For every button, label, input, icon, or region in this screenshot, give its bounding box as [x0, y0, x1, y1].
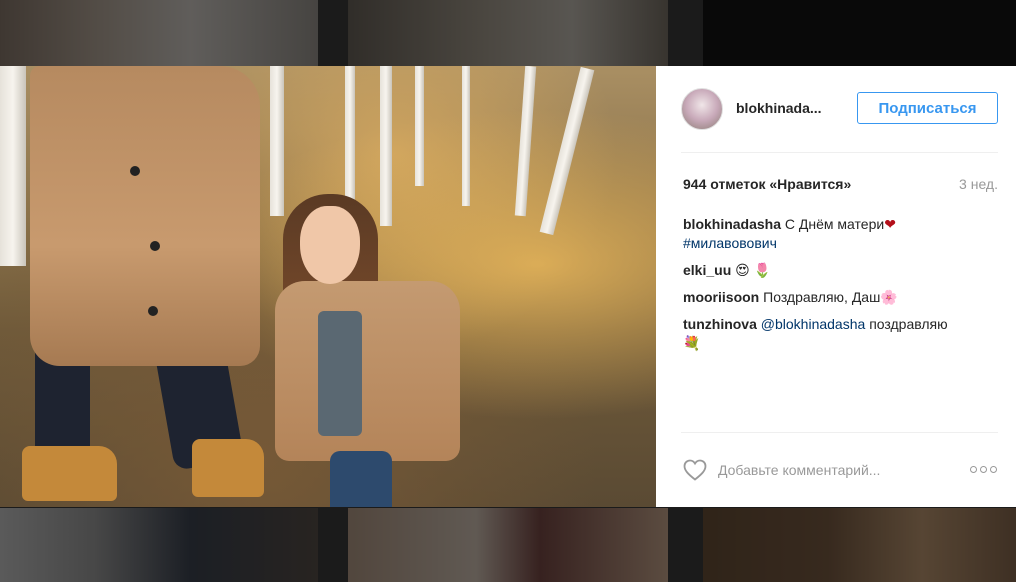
- list-item: tunzhinova @blokhinadasha поздравляю 💐: [683, 315, 995, 353]
- feed-thumbnail[interactable]: [0, 508, 318, 582]
- comment-mention[interactable]: @blokhinadasha: [761, 316, 866, 332]
- post-username[interactable]: blokhinada...: [736, 100, 822, 116]
- comment-author[interactable]: elki_uu: [683, 262, 731, 278]
- comment-input[interactable]: [718, 458, 928, 482]
- post-modal: blokhinada... Подписаться 944 отметок «Н…: [0, 66, 1016, 507]
- post-time[interactable]: 3 нед.: [959, 176, 998, 192]
- comment-text: С Днём матери: [784, 216, 885, 232]
- comment-author[interactable]: blokhinadasha: [683, 216, 781, 232]
- list-item: elki_uu 😍 🌷: [683, 261, 995, 280]
- likes-count[interactable]: 944 отметок «Нравится»: [683, 176, 851, 192]
- feed-thumbnail[interactable]: [703, 0, 1016, 66]
- comment-emoji: ❤: [884, 216, 896, 232]
- comment-text: поздравляю: [869, 316, 948, 332]
- feed-thumbnail[interactable]: [348, 508, 668, 582]
- feed-thumbnail[interactable]: [0, 0, 318, 66]
- avatar[interactable]: [681, 88, 723, 130]
- comment-author[interactable]: tunzhinova: [683, 316, 757, 332]
- comment-text: Поздравляю, Даш🌸: [763, 289, 898, 305]
- follow-button[interactable]: Подписаться: [857, 92, 998, 124]
- comment-author[interactable]: mooriisoon: [683, 289, 759, 305]
- divider: [681, 152, 998, 153]
- comment-hashtag[interactable]: #милавовович: [683, 235, 777, 251]
- post-side-panel: blokhinada... Подписаться 944 отметок «Н…: [656, 66, 1016, 507]
- list-item: mooriisoon Поздравляю, Даш🌸: [683, 288, 995, 307]
- post-photo[interactable]: [0, 66, 656, 507]
- list-item: blokhinadasha С Днём матери❤ #милавовови…: [683, 215, 995, 253]
- more-options-icon[interactable]: [970, 463, 1000, 477]
- heart-outline-icon[interactable]: [682, 458, 708, 482]
- divider: [681, 432, 998, 433]
- comment-emoji: 💐: [683, 335, 701, 351]
- post-header: blokhinada... Подписаться: [656, 66, 1016, 152]
- comment-text: 😍 🌷: [735, 262, 772, 278]
- feed-thumbnail[interactable]: [703, 508, 1016, 582]
- comment-list: blokhinadasha С Днём матери❤ #милавовови…: [683, 215, 995, 361]
- feed-thumbnail[interactable]: [348, 0, 668, 66]
